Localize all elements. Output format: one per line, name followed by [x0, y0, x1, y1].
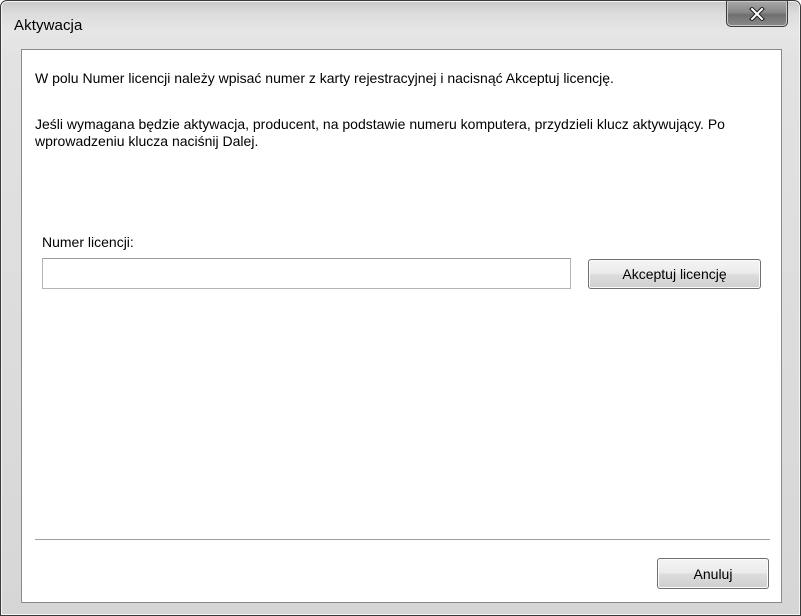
separator — [35, 539, 770, 541]
dialog-content: W polu Numer licencji należy wpisać nume… — [21, 49, 782, 603]
close-icon — [749, 6, 765, 21]
accept-license-button[interactable]: Akceptuj licencję — [588, 259, 761, 289]
close-button[interactable] — [726, 1, 788, 27]
activation-dialog: Aktywacja W polu Numer licencji należy w… — [0, 0, 801, 616]
title-bar: Aktywacja — [1, 1, 800, 49]
license-number-label: Numer licencji: — [42, 234, 134, 250]
cancel-button[interactable]: Anuluj — [657, 558, 769, 589]
instruction-text: W polu Numer licencji należy wpisać nume… — [35, 70, 614, 86]
license-number-input[interactable] — [42, 258, 571, 289]
activation-info-text: Jeśli wymagana będzie aktywacja, produce… — [35, 116, 725, 149]
window-title: Aktywacja — [14, 17, 83, 34]
